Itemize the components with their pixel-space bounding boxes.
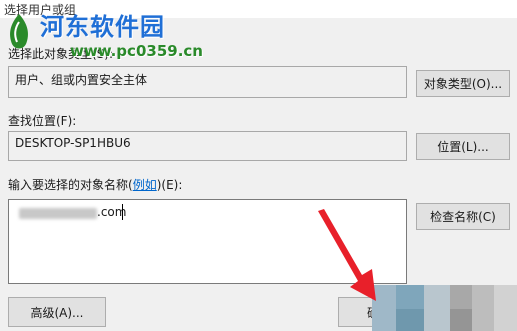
check-names-button[interactable]: 检查名称(C) <box>416 203 510 230</box>
object-names-label-suffix: )(E): <box>156 178 183 192</box>
object-type-field: 用户、组或内置安全主体 <box>8 66 407 98</box>
site-logo-icon <box>10 14 28 49</box>
redacted-email-prefix <box>19 208 97 219</box>
object-types-button[interactable]: 对象类型(O)... <box>416 70 510 97</box>
location-value: DESKTOP-SP1HBU6 <box>15 136 131 150</box>
advanced-button[interactable]: 高级(A)... <box>8 297 106 327</box>
location-field: DESKTOP-SP1HBU6 <box>8 131 407 161</box>
watermark-url: www.pc0359.cn <box>70 42 203 60</box>
text-caret <box>122 204 123 220</box>
object-names-label: 输入要选择的对象名称(例如)(E): <box>8 176 182 193</box>
object-type-value: 用户、组或内置安全主体 <box>15 73 148 87</box>
examples-link[interactable]: 例如 <box>133 178 157 192</box>
location-label: 查找位置(F): <box>8 114 77 128</box>
watermark-site-name: 河东软件园 <box>40 12 165 41</box>
red-arrow-annotation <box>318 209 376 301</box>
locations-button[interactable]: 位置(L)... <box>416 133 510 160</box>
object-names-label-prefix: 输入要选择的对象名称( <box>8 178 133 192</box>
